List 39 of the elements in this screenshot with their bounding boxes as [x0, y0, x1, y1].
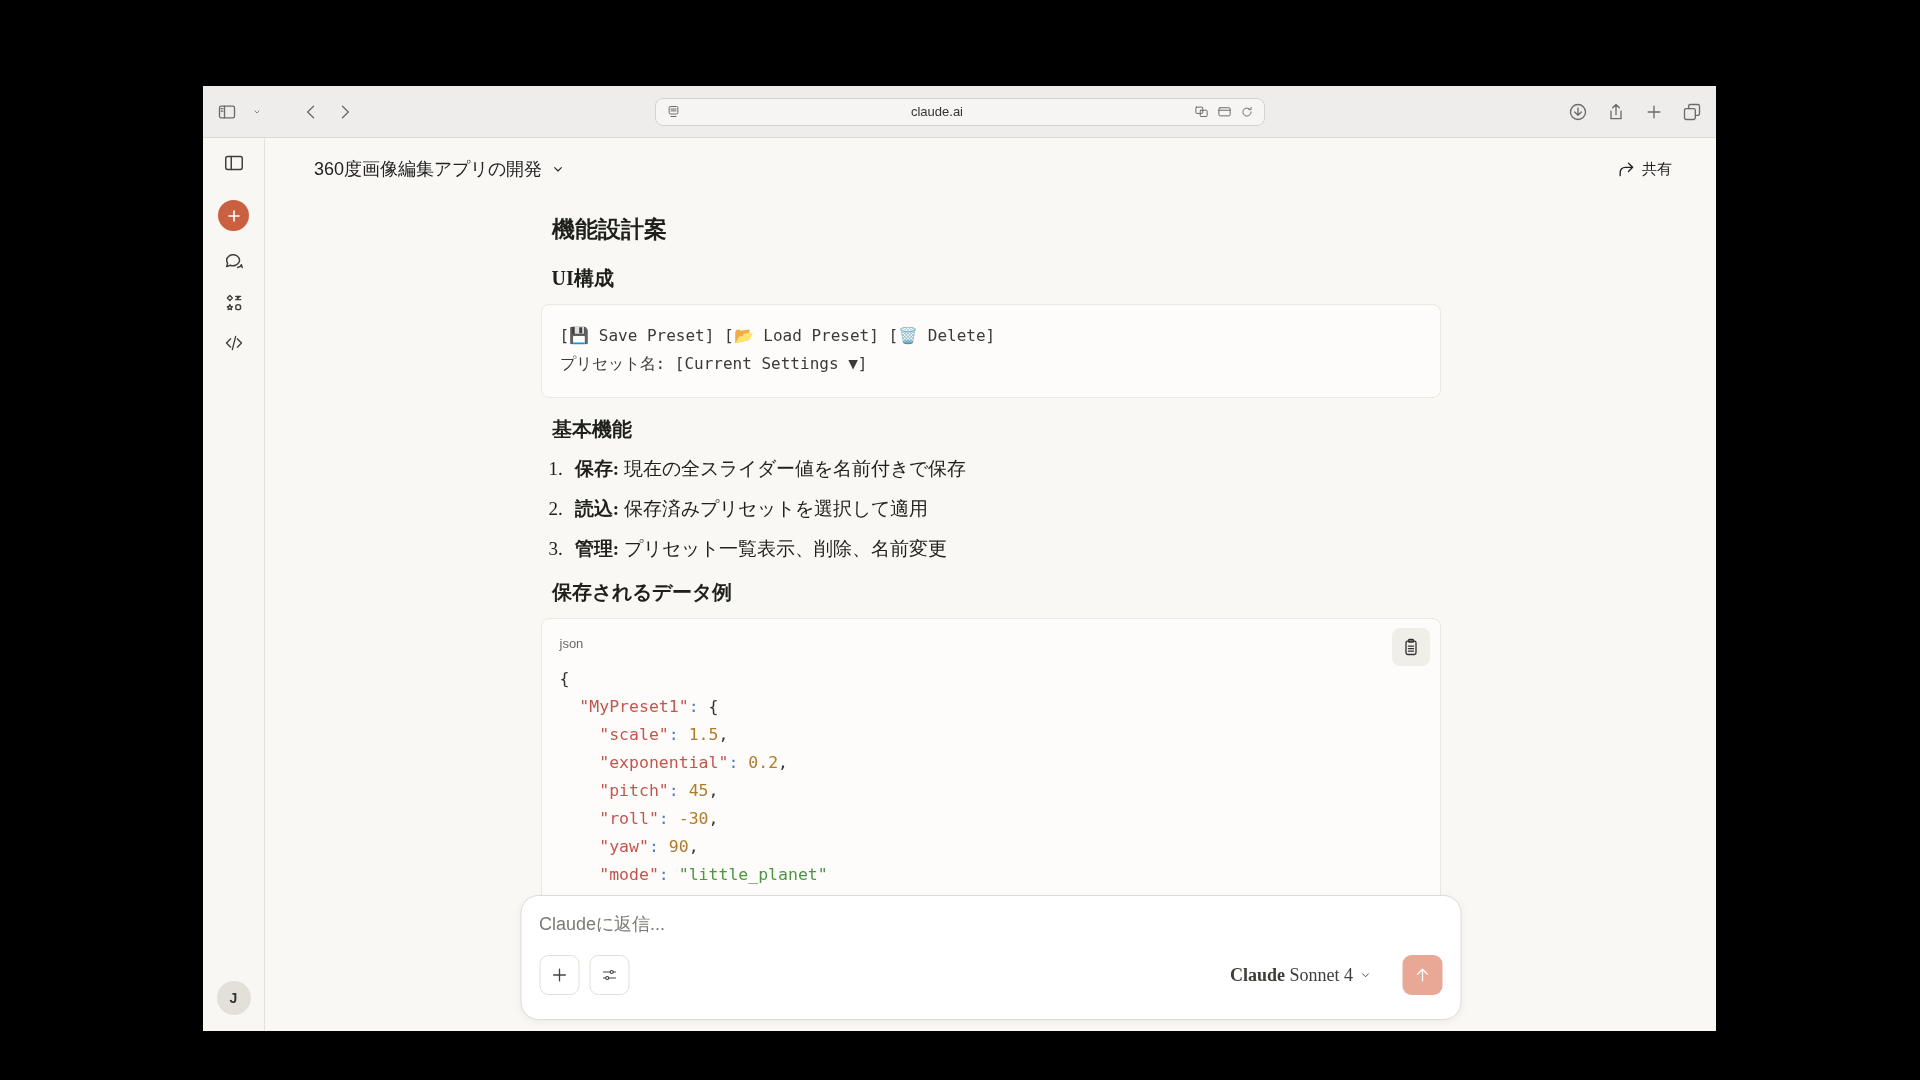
code-line: "pitch": 45,	[598, 780, 720, 802]
model-selector[interactable]: Claude Sonnet 4	[1223, 963, 1378, 987]
address-bar[interactable]: claude.ai	[654, 97, 1265, 126]
section-heading: 保存されるデータ例	[550, 580, 733, 605]
share-button[interactable]: 共有	[1610, 158, 1678, 180]
code-line: プリセット名: [Current Settings ▼]	[559, 353, 869, 375]
code-line: "roll": -30,	[598, 808, 720, 830]
new-chat-button[interactable]	[218, 200, 249, 231]
code-line: [💾 Save Preset] [📂 Load Preset] [🗑 Delete]	[559, 325, 997, 347]
list-item-text: 管理: プリセット一覧表示、削除、名前変更	[574, 537, 947, 561]
code-line: "exponential": 0.2,	[598, 752, 789, 774]
list-number: 2.	[548, 497, 563, 521]
code-language-label: json	[559, 636, 584, 651]
tabs-icon[interactable]	[1682, 101, 1702, 122]
code-line: "MyPreset1": {	[578, 696, 720, 718]
attach-button[interactable]	[539, 955, 579, 995]
download-icon[interactable]	[1568, 101, 1588, 122]
reply-input[interactable]: Claudeに返信...	[539, 910, 1442, 939]
user-avatar[interactable]: J	[216, 981, 251, 1015]
code-line: "scale": 1.5,	[598, 724, 730, 746]
code-line: "yaw": 90,	[598, 836, 700, 858]
reload-icon[interactable]	[1239, 104, 1254, 119]
translate-icon[interactable]	[1193, 104, 1209, 119]
list-item-text: 読込: 保存済みプリセットを選択して適用	[574, 497, 928, 521]
page-icon[interactable]	[665, 104, 681, 119]
code-line: {	[559, 668, 571, 690]
code-line: "mode": "little_planet"	[598, 864, 829, 886]
list-item-text: 保存: 現在の全スライダー値を名前付きで保存	[574, 457, 966, 481]
section-heading: 基本機能	[550, 417, 633, 442]
code-icon[interactable]	[223, 333, 244, 353]
tools-button[interactable]	[589, 955, 629, 995]
list-number: 3.	[548, 537, 563, 561]
url-text: claude.ai	[909, 104, 964, 119]
chat-title-menu[interactable]: 360度画像編集アプリの開発	[310, 153, 571, 185]
section-heading: UI構成	[550, 266, 615, 291]
reader-icon[interactable]	[1216, 104, 1232, 119]
list-number: 1.	[548, 457, 563, 481]
section-heading: 機能設計案	[550, 216, 668, 244]
copy-button[interactable]	[1391, 628, 1430, 666]
